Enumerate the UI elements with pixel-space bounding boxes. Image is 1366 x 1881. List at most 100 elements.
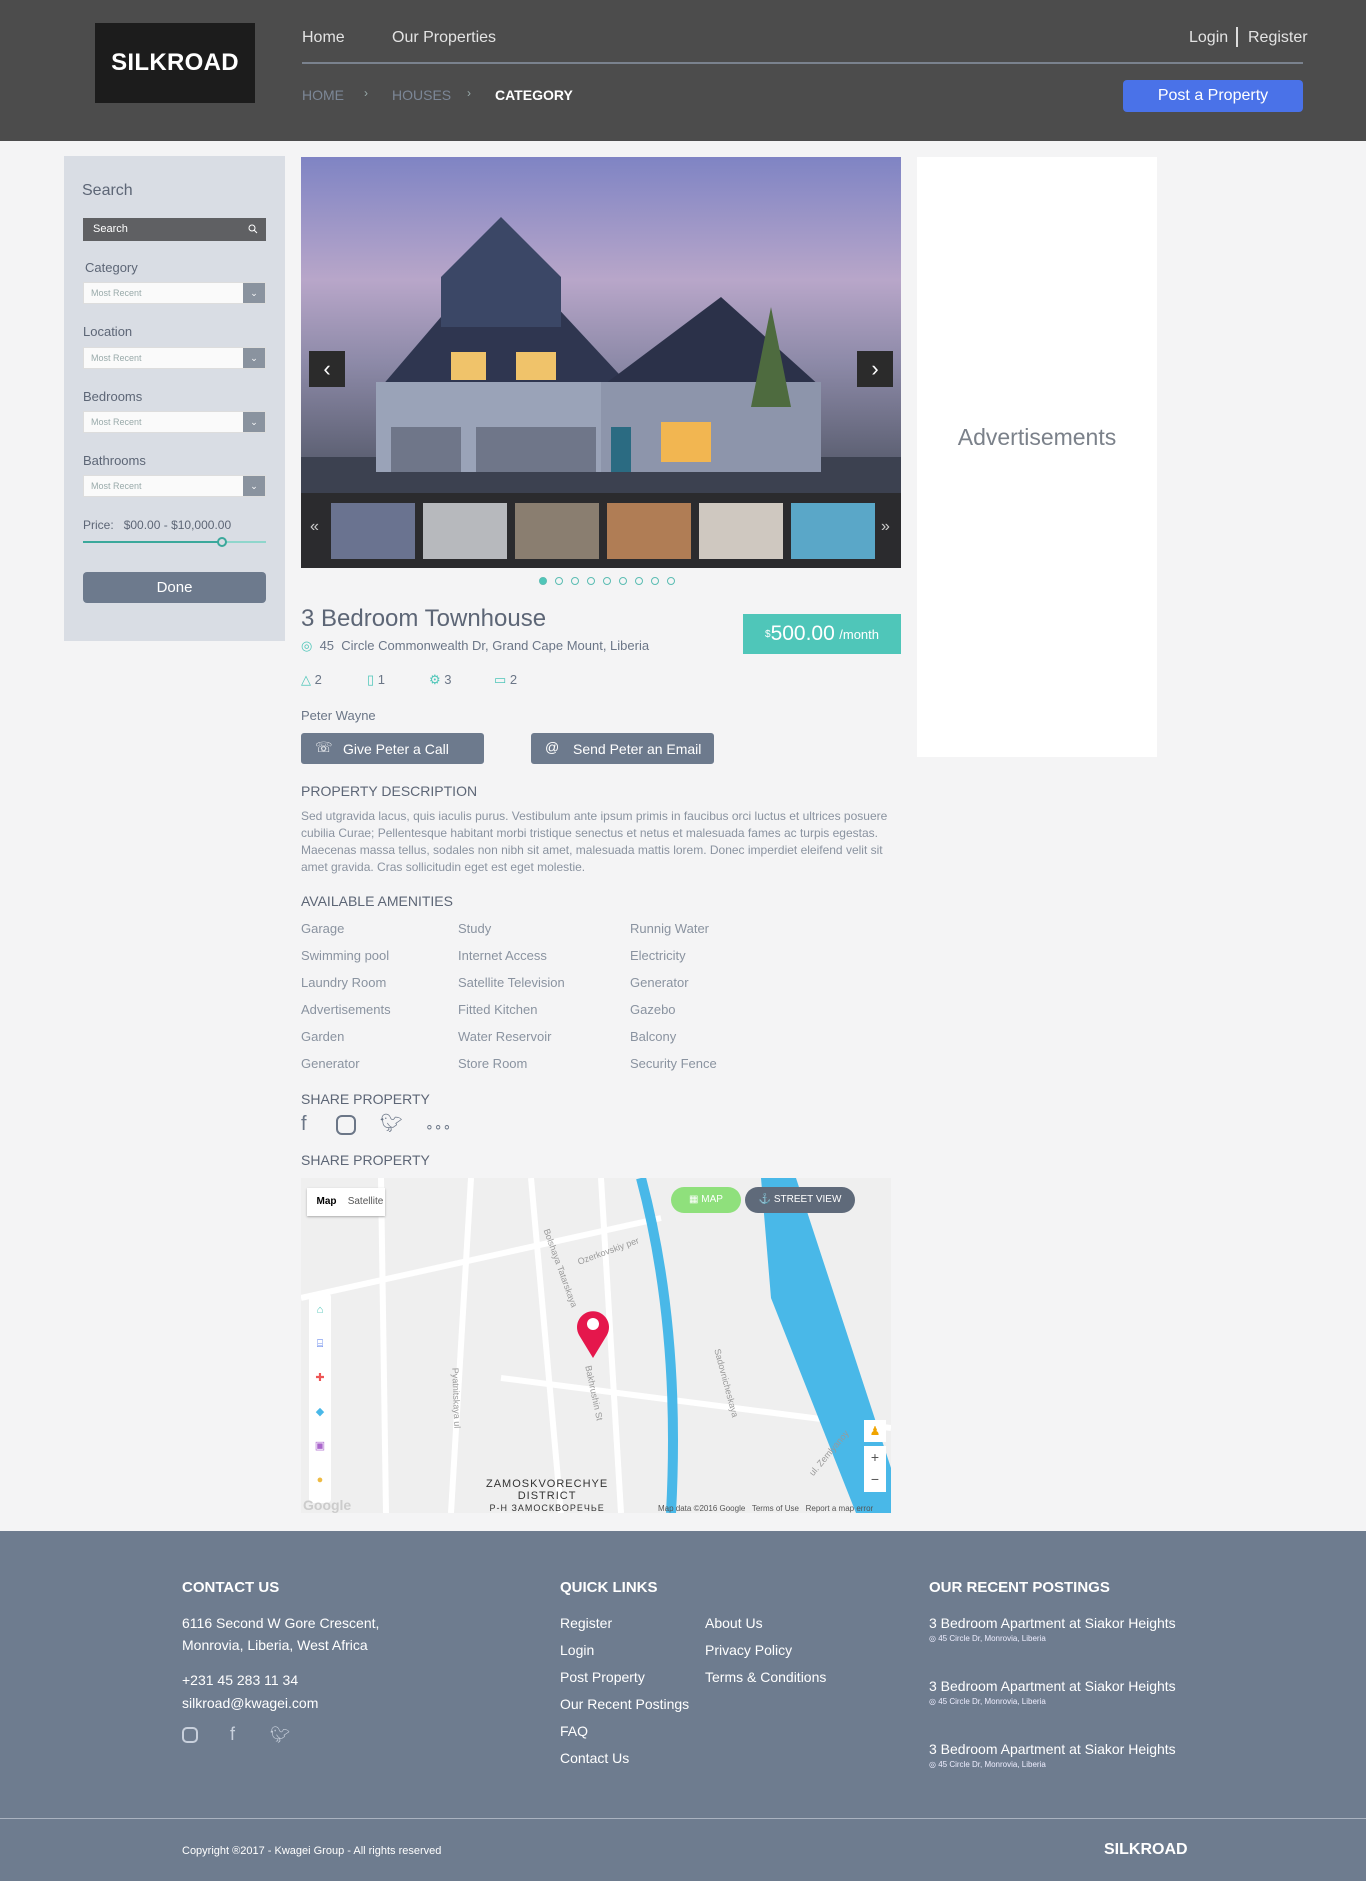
contact-phone[interactable]: +231 45 283 11 34 — [182, 1672, 298, 1688]
email-agent-button[interactable]: @ Send Peter an Email — [531, 733, 714, 764]
breadcrumb-home[interactable]: HOME — [302, 87, 344, 103]
recent-posting-title[interactable]: 3 Bedroom Apartment at Siakor Heights — [929, 1678, 1176, 1694]
footer-brand[interactable]: SILKROAD — [1104, 1841, 1188, 1859]
amenity-item: Internet Access — [458, 948, 547, 963]
carousel-dot[interactable] — [667, 577, 675, 585]
more-icon[interactable]: ∘∘∘ — [425, 1118, 451, 1135]
zoom-out-button[interactable]: − — [864, 1468, 886, 1490]
gallery-thumbnail[interactable] — [423, 503, 507, 559]
google-logo: Google — [303, 1497, 352, 1513]
carousel-dot[interactable] — [651, 577, 659, 585]
street-view-button[interactable]: ⚓ STREET VIEW — [745, 1187, 855, 1213]
bathrooms-select[interactable]: Most Recent ⌄ — [83, 475, 266, 497]
filter-label-bedrooms: Bedrooms — [83, 389, 143, 404]
quick-links-heading: QUICK LINKS — [560, 1579, 658, 1596]
hospital-poi-icon[interactable]: ✚ — [309, 1361, 331, 1395]
map-terms-link[interactable]: Terms of Use — [752, 1504, 799, 1513]
quick-link[interactable]: FAQ — [560, 1723, 588, 1739]
gallery-thumbnail[interactable] — [791, 503, 875, 559]
twitter-icon[interactable]: 🐦︎ — [380, 1113, 403, 1134]
stat-area: △ 2 — [301, 672, 322, 687]
carousel-dot[interactable] — [539, 577, 547, 585]
map-view-button[interactable]: ▦ MAP — [671, 1187, 741, 1213]
recent-postings-heading: OUR RECENT POSTINGS — [929, 1579, 1110, 1596]
contact-email[interactable]: silkroad@kwagei.com — [182, 1695, 318, 1711]
price-slider[interactable] — [83, 537, 266, 547]
map-type-toggle: Map Satellite — [307, 1188, 385, 1216]
price-unit: /month — [839, 626, 879, 642]
done-button[interactable]: Done — [83, 572, 266, 603]
listing-title: 3 Bedroom Townhouse — [301, 605, 547, 632]
nav-home[interactable]: Home — [302, 29, 345, 47]
map-tab[interactable]: Map — [307, 1188, 346, 1216]
contact-address-1: 6116 Second W Gore Crescent, — [182, 1615, 380, 1631]
facebook-icon[interactable]: f — [301, 1113, 307, 1136]
carousel-dot[interactable] — [603, 577, 611, 585]
quick-link[interactable]: Our Recent Postings — [560, 1696, 689, 1712]
breadcrumb-houses[interactable]: HOUSES — [392, 87, 451, 103]
gear-icon: ⚙ — [429, 672, 441, 687]
instagram-icon[interactable] — [182, 1727, 198, 1743]
location-map[interactable]: Map Satellite ▦ MAP ⚓ STREET VIEW ⌂ ⌸ ✚ ◆ ▣ ●… — [301, 1178, 891, 1513]
zoom-in-button[interactable]: + — [864, 1446, 886, 1468]
school-poi-icon[interactable]: ◆ — [309, 1395, 331, 1429]
select-value: Most Recent — [91, 288, 142, 298]
quick-link[interactable]: Privacy Policy — [705, 1642, 792, 1658]
satellite-tab[interactable]: Satellite — [346, 1188, 385, 1216]
carousel-dot[interactable] — [555, 577, 563, 585]
carousel-dot[interactable] — [587, 577, 595, 585]
shop-poi-icon[interactable]: ▣ — [309, 1429, 331, 1463]
double-chevron-right-icon[interactable]: » — [881, 518, 890, 536]
quick-link[interactable]: Contact Us — [560, 1750, 629, 1766]
advertisement-panel[interactable]: Advertisements — [917, 157, 1157, 757]
login-link[interactable]: Login — [1189, 29, 1228, 47]
quick-link[interactable]: Terms & Conditions — [705, 1669, 826, 1685]
recent-posting-title[interactable]: 3 Bedroom Apartment at Siakor Heights — [929, 1615, 1176, 1631]
search-input[interactable]: Search — [83, 218, 266, 241]
recent-posting-title[interactable]: 3 Bedroom Apartment at Siakor Heights — [929, 1741, 1176, 1757]
poi-toolbar: ⌂ ⌸ ✚ ◆ ▣ ● — [309, 1293, 331, 1503]
location-pin-icon: ◎ — [929, 1634, 939, 1643]
street-view-pegman-icon[interactable]: ♟ — [864, 1420, 886, 1442]
quick-link[interactable]: About Us — [705, 1615, 763, 1631]
property-description: Sed utgravida lacus, quis iaculis purus.… — [301, 809, 888, 874]
bank-poi-icon[interactable]: ⌸ — [309, 1327, 331, 1361]
double-chevron-left-icon[interactable]: « — [310, 518, 319, 536]
copyright: Copyright ®2017 - Kwagei Group - All rig… — [182, 1845, 442, 1857]
facebook-icon[interactable]: f — [230, 1724, 235, 1745]
amenity-item: Advertisements — [301, 1002, 391, 1017]
location-pin-icon: ◎ — [301, 638, 313, 653]
nav-divider — [302, 62, 1303, 64]
gallery-thumbnail[interactable] — [515, 503, 599, 559]
food-poi-icon[interactable]: ● — [309, 1463, 331, 1497]
bedrooms-select[interactable]: Most Recent ⌄ — [83, 411, 266, 433]
map-report-link[interactable]: Report a map error — [806, 1504, 874, 1513]
carousel-dot[interactable] — [571, 577, 579, 585]
select-value: Most Recent — [91, 353, 142, 363]
call-agent-button[interactable]: ☏ Give Peter a Call — [301, 733, 484, 764]
category-select[interactable]: Most Recent ⌄ — [83, 282, 266, 304]
home-poi-icon[interactable]: ⌂ — [309, 1293, 331, 1327]
carousel-dot[interactable] — [619, 577, 627, 585]
select-value: Most Recent — [91, 481, 142, 491]
carousel-dot[interactable] — [635, 577, 643, 585]
gallery-prev-button[interactable]: ‹ — [309, 351, 345, 387]
instagram-icon[interactable] — [336, 1115, 356, 1135]
register-link[interactable]: Register — [1248, 29, 1308, 47]
quick-link[interactable]: Register — [560, 1615, 612, 1631]
recent-posting-address: ◎ 45 Circle Dr, Monrovia, Liberia — [929, 1634, 1046, 1643]
gallery-thumbnail[interactable] — [699, 503, 783, 559]
stat-book: ▯ 1 — [367, 672, 386, 687]
amenity-item: Swimming pool — [301, 948, 390, 963]
gallery-next-button[interactable]: › — [857, 351, 893, 387]
nav-our-properties[interactable]: Our Properties — [392, 29, 496, 47]
location-select[interactable]: Most Recent ⌄ — [83, 347, 266, 369]
post-property-button[interactable]: Post a Property — [1123, 80, 1303, 112]
gallery-thumbnail[interactable] — [607, 503, 691, 559]
site-logo[interactable]: SILKROAD — [95, 23, 255, 103]
quick-link[interactable]: Login — [560, 1642, 594, 1658]
gallery-thumbnail[interactable] — [331, 503, 415, 559]
twitter-icon[interactable]: 🐦︎ — [270, 1725, 290, 1745]
recent-posting-address: ◎ 45 Circle Dr, Monrovia, Liberia — [929, 1697, 1046, 1706]
quick-link[interactable]: Post Property — [560, 1669, 645, 1685]
